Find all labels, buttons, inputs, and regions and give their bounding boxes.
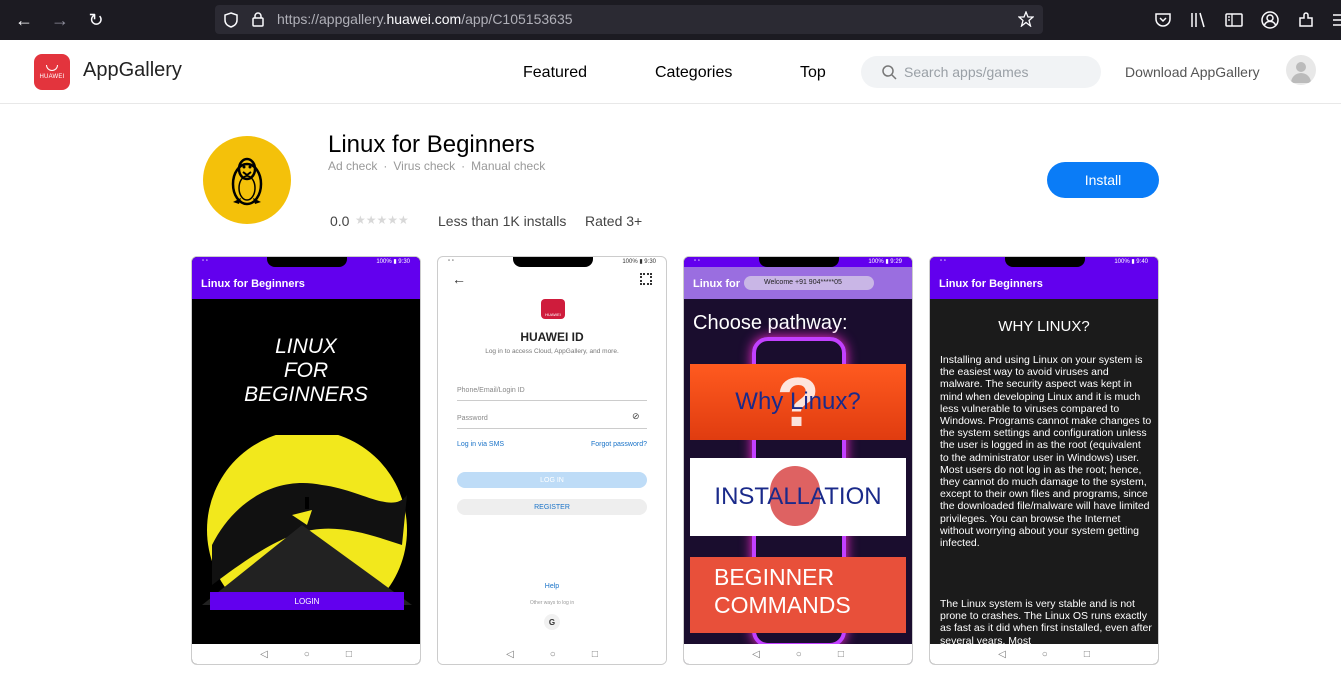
screenshot-2[interactable]: ▫ ▫ 100% ▮ 9:30 ← HUAWEI HUAWEI ID Log in… — [437, 256, 667, 665]
back-nav-icon: ◁ — [998, 648, 1006, 660]
register-button[interactable]: REGISTER — [457, 499, 647, 515]
forgot-password-link[interactable]: Forgot password? — [591, 441, 647, 448]
qr-code-icon[interactable] — [640, 273, 652, 285]
user-icon — [1291, 62, 1311, 83]
recents-nav-icon: □ — [591, 648, 598, 660]
screenshot-4[interactable]: ▫ ▫ 100% ▮ 9:40 Linux for Beginners WHY L… — [929, 256, 1159, 665]
login-subtitle: Log in to access Cloud, AppGallery, and … — [485, 348, 619, 355]
extensions-icon[interactable] — [1296, 10, 1316, 30]
url-text: https://appgallery.huawei.com/app/C10515… — [277, 11, 573, 27]
library-icon[interactable] — [1188, 10, 1208, 30]
huawei-logo: HUAWEI — [541, 299, 565, 319]
back-nav-icon: ◁ — [506, 648, 514, 660]
android-navbar: ◁ ○ □ — [930, 644, 1158, 664]
lock-icon[interactable] — [251, 11, 265, 27]
rating-value: 0.0 — [330, 213, 350, 229]
installation-card[interactable]: INSTALLATION — [690, 458, 906, 536]
back-arrow-icon[interactable]: ← — [452, 271, 466, 287]
why-linux-card[interactable]: ? Why Linux? — [690, 363, 906, 441]
beginner-commands-card[interactable]: BEGINNER COMMANDS — [690, 557, 906, 633]
screenshot-3[interactable]: ▫ ▫ 100% ▮ 9:29 Linux for Welcome +91 904… — [683, 256, 913, 665]
appbar-title: Linux for Beginners — [930, 267, 1158, 299]
download-appgallery-link[interactable]: Download AppGallery — [1125, 64, 1260, 80]
recents-nav-icon: □ — [837, 648, 844, 660]
appgallery-logo[interactable]: HUAWEI — [34, 54, 70, 90]
appbar-title: Linux for Beginners — [192, 267, 420, 299]
site-title[interactable]: AppGallery — [83, 59, 182, 82]
avatar[interactable] — [1286, 55, 1316, 85]
browser-toolbar: ← → ↻ https://appgallery.huawei.com/app/… — [0, 0, 1341, 40]
why-linux-paragraph-1: Installing and using Linux on your syste… — [940, 354, 1152, 550]
rating-stars: ★★★★★ — [355, 213, 409, 227]
why-linux-paragraph-2: The Linux system is very stable and is n… — [940, 598, 1152, 646]
android-navbar: ◁ ○ □ — [192, 644, 420, 664]
install-button[interactable]: Install — [1047, 162, 1159, 198]
hide-password-icon[interactable]: ⊘ — [632, 411, 640, 422]
forward-icon[interactable]: → — [48, 8, 72, 32]
nav-top[interactable]: Top — [800, 64, 826, 82]
recents-nav-icon: □ — [1083, 648, 1090, 660]
back-nav-icon: ◁ — [752, 648, 760, 660]
nav-featured[interactable]: Featured — [523, 64, 587, 82]
android-navbar: ◁ ○ □ — [684, 644, 912, 664]
google-login-icon[interactable]: G — [544, 614, 560, 630]
welcome-toast: Welcome +91 904*****05 — [744, 276, 874, 290]
search-placeholder: Search apps/games — [904, 64, 1029, 80]
help-link[interactable]: Help — [438, 583, 666, 590]
home-nav-icon: ○ — [303, 648, 310, 660]
logo-brand-text: HUAWEI — [39, 73, 65, 80]
home-nav-icon: ○ — [549, 648, 556, 660]
screenshot-1[interactable]: ▫ ▫ 100% ▮ 9:30 Linux for Beginners LINUX… — [191, 256, 421, 665]
nav-categories[interactable]: Categories — [655, 64, 732, 82]
search-icon — [882, 65, 897, 80]
site-header: HUAWEI AppGallery Featured Categories To… — [0, 40, 1341, 104]
sidebar-icon[interactable] — [1224, 10, 1244, 30]
menu-icon[interactable] — [1330, 10, 1341, 30]
home-nav-icon: ○ — [795, 648, 802, 660]
virus-check-label: Virus check — [393, 159, 456, 173]
splash-title: LINUX FOR BEGINNERS — [244, 335, 368, 406]
bag-icon — [46, 64, 58, 71]
why-linux-heading: WHY LINUX? — [998, 318, 1090, 335]
security-checks: Ad check · Virus check · Manual check — [328, 159, 546, 173]
pocket-icon[interactable] — [1153, 10, 1173, 30]
shield-icon[interactable] — [223, 12, 239, 28]
app-title: Linux for Beginners — [328, 131, 535, 158]
huawei-id-title: HUAWEI ID — [520, 330, 584, 344]
other-login-label: Other ways to log in — [529, 600, 575, 606]
log-in-button[interactable]: LOG IN — [457, 472, 647, 488]
address-bar[interactable]: https://appgallery.huawei.com/app/C10515… — [215, 5, 1043, 34]
search-input[interactable]: Search apps/games — [861, 56, 1101, 88]
login-button[interactable]: LOGIN — [210, 592, 404, 610]
back-nav-icon: ◁ — [260, 648, 268, 660]
reload-icon[interactable]: ↻ — [84, 8, 108, 32]
back-icon[interactable]: ← — [12, 8, 36, 32]
app-icon — [203, 136, 291, 224]
age-rating: Rated 3+ — [585, 213, 643, 229]
ad-check-label: Ad check — [328, 159, 378, 173]
bookmark-star-icon[interactable] — [1018, 11, 1034, 27]
manual-check-label: Manual check — [471, 159, 546, 173]
phone-email-field[interactable]: Phone/Email/Login ID — [457, 387, 647, 401]
password-field[interactable]: Password — [457, 415, 647, 429]
tux-penguin-icon — [231, 157, 263, 206]
home-nav-icon: ○ — [1041, 648, 1048, 660]
install-count: Less than 1K installs — [438, 213, 567, 229]
choose-pathway-heading: Choose pathway: — [693, 312, 848, 334]
account-icon[interactable] — [1260, 10, 1280, 30]
sms-login-link[interactable]: Log in via SMS — [457, 441, 504, 448]
recents-nav-icon: □ — [345, 648, 352, 660]
dragon-moon-image — [202, 435, 412, 605]
android-navbar: ◁ ○ □ — [438, 644, 666, 664]
